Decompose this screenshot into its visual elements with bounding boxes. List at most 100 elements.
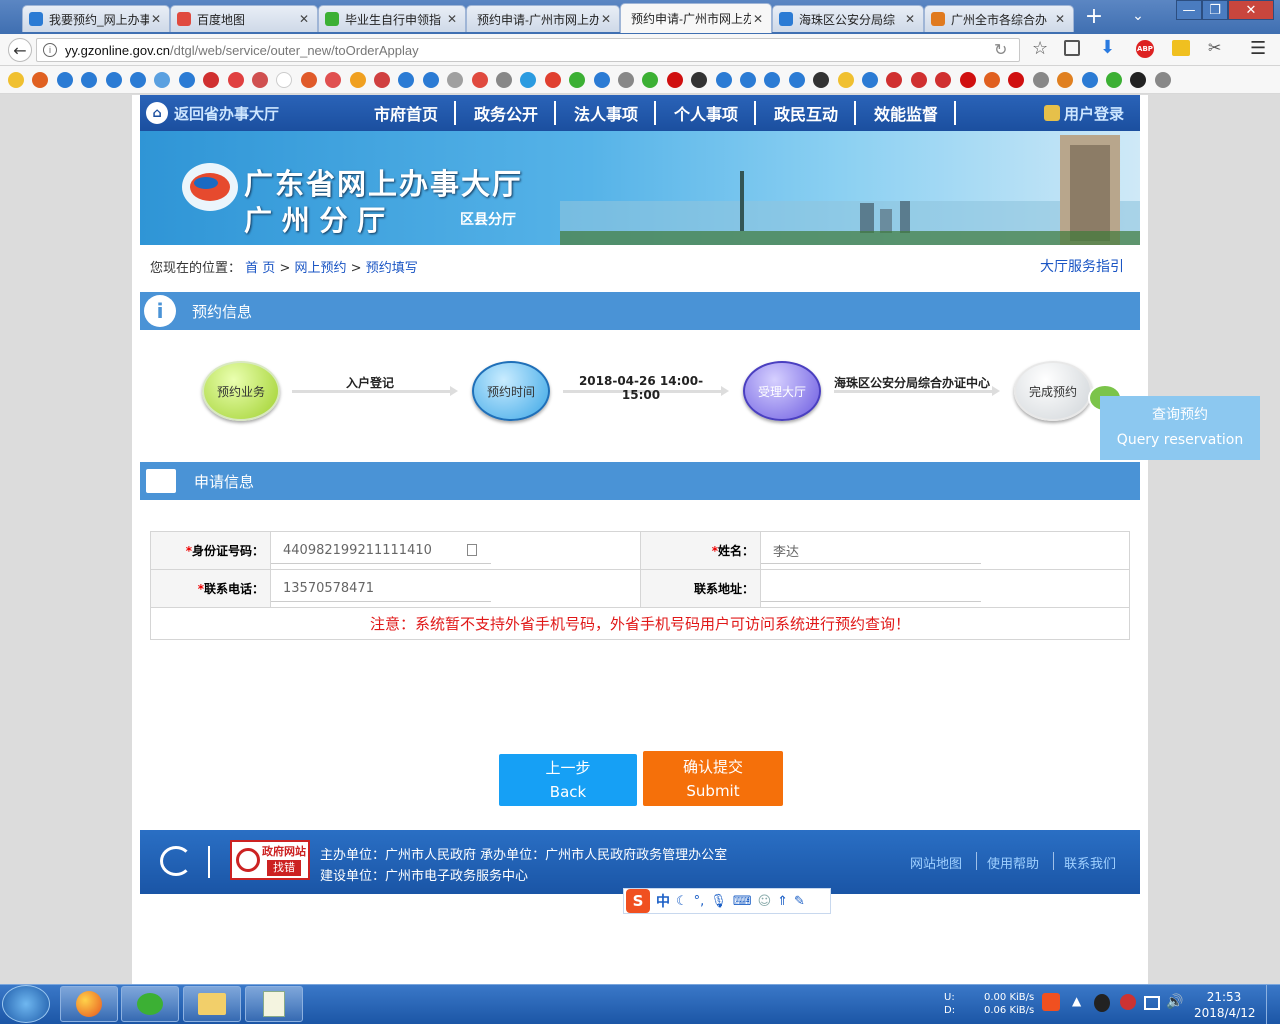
show-desktop-button[interactable] — [1266, 985, 1280, 1024]
qq-tray-icon[interactable] — [1094, 994, 1110, 1012]
star-icon[interactable]: ☆ — [1032, 38, 1048, 59]
bookmark-icon[interactable] — [1081, 72, 1098, 88]
back-to-hall-link[interactable]: ⌂ 返回省办事大厅 — [146, 95, 279, 131]
gov-site-error-badge[interactable]: 政府网站 找错 — [230, 840, 310, 880]
browser-tab[interactable]: 百度地图 ✕ — [170, 5, 318, 32]
volume-tray-icon[interactable]: 🔊 — [1166, 994, 1183, 1010]
moon-icon[interactable]: ☾ — [676, 894, 688, 909]
minimize-button[interactable]: — — [1176, 0, 1202, 20]
footer-link-contact[interactable]: 联系我们 — [1064, 853, 1116, 872]
bookmark-icon[interactable] — [8, 72, 24, 88]
new-tab-button[interactable]: + — [1082, 3, 1106, 29]
nav-item-gov-open[interactable]: 政务公开 — [474, 95, 538, 131]
close-tab-icon[interactable]: ✕ — [751, 12, 765, 26]
browser-tab[interactable]: 预约申请-广州市网上办 ✕ — [620, 3, 772, 33]
bookmark-icon[interactable] — [130, 72, 146, 88]
phone-field[interactable] — [271, 575, 491, 602]
bookmark-icon[interactable] — [1154, 72, 1171, 88]
extension-icon[interactable] — [1172, 40, 1190, 56]
close-tab-icon[interactable]: ✕ — [599, 12, 613, 26]
breadcrumb-online-booking[interactable]: 网上预约 — [294, 261, 346, 276]
bookmark-icon[interactable] — [471, 72, 488, 88]
bookmark-icon[interactable] — [105, 72, 122, 88]
shirt-icon[interactable]: ⇑ — [777, 894, 788, 909]
nav-item-legal[interactable]: 法人事项 — [574, 95, 638, 131]
ime-mode[interactable]: 中 — [656, 891, 670, 911]
footer-link-sitemap[interactable]: 网站地图 — [910, 853, 962, 872]
wrench-icon[interactable]: ✎ — [794, 894, 805, 909]
bookmark-icon[interactable] — [984, 72, 1000, 88]
sogou-tray-icon[interactable] — [1042, 993, 1060, 1011]
microphone-icon[interactable]: 🎙 — [710, 894, 727, 909]
address-field[interactable] — [761, 575, 981, 602]
footer-link-help[interactable]: 使用帮助 — [987, 853, 1039, 872]
address-bar[interactable]: i yy.gzonline.gov.cn/dtgl/web/service/ou… — [36, 38, 1020, 62]
reading-list-icon[interactable] — [1064, 40, 1080, 56]
bookmark-icon[interactable] — [496, 72, 512, 88]
network-tray-icon[interactable] — [1144, 996, 1160, 1010]
breadcrumb-current[interactable]: 预约填写 — [366, 261, 418, 276]
tab-list-chevron-icon[interactable]: ⌄ — [1128, 6, 1148, 26]
browser-tab[interactable]: 预约申请-广州市网上办 ✕ — [466, 5, 620, 32]
close-tab-icon[interactable]: ✕ — [1053, 12, 1067, 26]
browser-tab[interactable]: 海珠区公安分局综 ✕ — [772, 5, 924, 32]
bookmark-icon[interactable] — [593, 72, 610, 88]
bookmark-icon[interactable] — [374, 72, 390, 88]
keyboard-icon[interactable]: ⌨ — [733, 894, 752, 909]
nav-item-interaction[interactable]: 政民互动 — [774, 95, 838, 131]
menu-icon[interactable]: ☰ — [1250, 38, 1266, 59]
query-reservation-button[interactable]: 查询预约 Query reservation — [1100, 396, 1260, 460]
id-number-field[interactable] — [271, 537, 491, 564]
close-window-button[interactable]: ✕ — [1228, 0, 1274, 20]
bookmark-icon[interactable] — [837, 72, 854, 88]
download-icon[interactable]: ⬇ — [1100, 37, 1115, 58]
bookmark-icon[interactable] — [910, 72, 927, 88]
back-arrow-icon[interactable]: ← — [8, 38, 32, 62]
explorer-taskbar-icon[interactable] — [183, 986, 241, 1022]
clock[interactable]: 21:53 2018/4/12 — [1194, 989, 1256, 1021]
security-tray-icon[interactable] — [1120, 994, 1136, 1010]
bookmark-icon[interactable] — [959, 72, 976, 88]
firefox-taskbar-icon[interactable] — [60, 986, 118, 1022]
service-guide-link[interactable]: 大厅服务指引 — [1040, 256, 1124, 276]
close-tab-icon[interactable]: ✕ — [445, 12, 459, 26]
bookmark-icon[interactable] — [56, 72, 73, 88]
close-tab-icon[interactable]: ✕ — [149, 12, 163, 26]
bookmark-icon[interactable] — [349, 72, 366, 88]
bookmark-icon[interactable] — [1106, 72, 1122, 88]
bookmark-icon[interactable] — [1032, 72, 1049, 88]
bookmark-icon[interactable] — [788, 72, 805, 88]
close-tab-icon[interactable]: ✕ — [297, 12, 311, 26]
close-tab-icon[interactable]: ✕ — [903, 12, 917, 26]
maximize-button[interactable]: ❐ — [1202, 0, 1228, 20]
bookmark-icon[interactable] — [178, 72, 195, 88]
notepad-taskbar-icon[interactable] — [245, 986, 303, 1022]
start-button[interactable] — [2, 985, 50, 1023]
punctuation-icon[interactable]: °, — [694, 894, 705, 909]
user-icon[interactable]: ☺ — [758, 894, 772, 909]
bookmark-icon[interactable] — [422, 72, 439, 88]
reload-icon[interactable]: ↻ — [994, 40, 1007, 59]
ime-toolbar[interactable]: S 中 ☾ °, 🎙 ⌨ ☺ ⇑ ✎ — [623, 888, 831, 914]
browser-tab[interactable]: 广州全市各综合办 ✕ — [924, 5, 1074, 32]
browser-tab[interactable]: 毕业生自行申领指 ✕ — [318, 5, 466, 32]
nav-item-supervision[interactable]: 效能监督 — [874, 95, 938, 131]
wechat-taskbar-icon[interactable] — [121, 986, 179, 1022]
tools-icon[interactable]: ✂ — [1208, 38, 1221, 57]
nav-item-home[interactable]: 市府首页 — [374, 95, 438, 131]
back-button[interactable]: 上一步 Back — [499, 754, 637, 806]
bookmark-icon[interactable] — [252, 72, 268, 88]
tray-expand-icon[interactable]: ▲ — [1072, 994, 1081, 1008]
bookmark-icon[interactable] — [227, 72, 244, 88]
bookmark-icon[interactable] — [862, 72, 878, 88]
bookmark-icon[interactable] — [740, 72, 756, 88]
browser-tab[interactable]: 我要预约_网上办事 ✕ — [22, 5, 170, 32]
bookmark-icon[interactable] — [300, 72, 317, 88]
info-icon[interactable]: i — [43, 43, 57, 57]
bookmark-icon[interactable] — [715, 72, 732, 88]
adblock-icon[interactable]: ABP — [1136, 40, 1154, 58]
bookmark-icon[interactable] — [544, 72, 561, 88]
submit-button[interactable]: 确认提交 Submit — [643, 751, 783, 806]
bookmark-icon[interactable] — [666, 72, 683, 88]
breadcrumb-home[interactable]: 首 页 — [245, 261, 275, 276]
